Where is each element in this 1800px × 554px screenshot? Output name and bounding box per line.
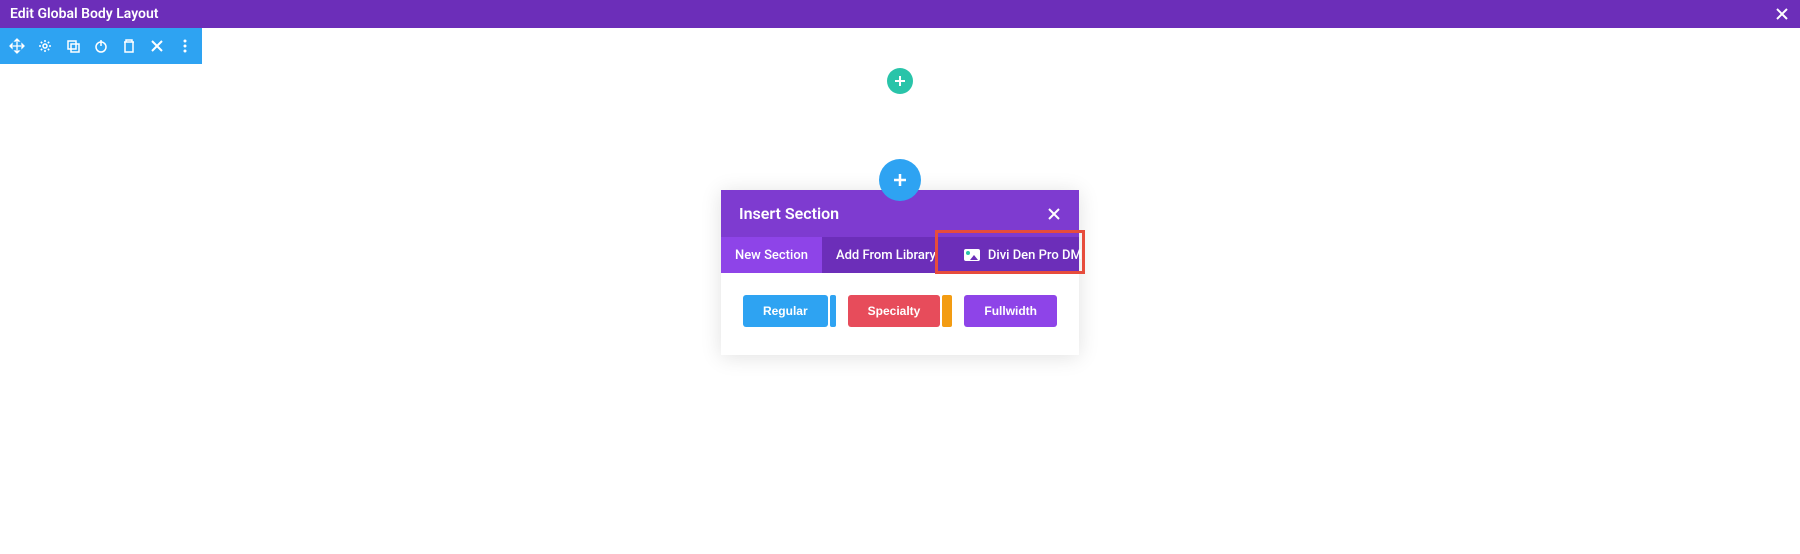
section-toolbar [0,28,202,64]
more-icon[interactable] [176,37,194,55]
add-section-button[interactable] [887,68,913,94]
section-type-specialty-group: Specialty [848,295,953,327]
trash-icon[interactable] [120,37,138,55]
section-type-regular-group: Regular [743,295,836,327]
insert-section-modal: Insert Section New Section Add From Libr… [721,190,1079,355]
close-icon[interactable] [148,37,166,55]
modal-tabs: New Section Add From Library Divi Den Pr… [721,237,1079,273]
modal-title: Insert Section [739,204,839,223]
section-type-regular[interactable]: Regular [743,295,828,327]
image-icon [964,249,980,261]
section-type-specialty[interactable]: Specialty [848,295,941,327]
gear-icon[interactable] [36,37,54,55]
specialty-accent [942,295,952,327]
tab-new-section[interactable]: New Section [721,237,822,273]
regular-accent [830,295,836,327]
tab-label: Divi Den Pro DM [988,248,1082,263]
move-icon[interactable] [8,37,26,55]
tab-label: New Section [735,248,808,263]
button-label: Fullwidth [984,304,1037,318]
tab-add-from-library[interactable]: Add From Library [822,237,950,273]
power-icon[interactable] [92,37,110,55]
top-bar: Edit Global Body Layout [0,0,1800,28]
duplicate-icon[interactable] [64,37,82,55]
button-label: Regular [763,304,808,318]
top-bar-title: Edit Global Body Layout [10,6,158,22]
close-icon[interactable] [1047,207,1061,221]
tab-divi-den-pro[interactable]: Divi Den Pro DM [950,237,1096,273]
close-icon[interactable] [1774,6,1790,22]
button-label: Specialty [868,304,921,318]
add-row-button[interactable] [879,159,921,201]
section-type-fullwidth[interactable]: Fullwidth [964,295,1057,327]
tab-label: Add From Library [836,248,936,263]
modal-body: Regular Specialty Fullwidth [721,273,1079,355]
